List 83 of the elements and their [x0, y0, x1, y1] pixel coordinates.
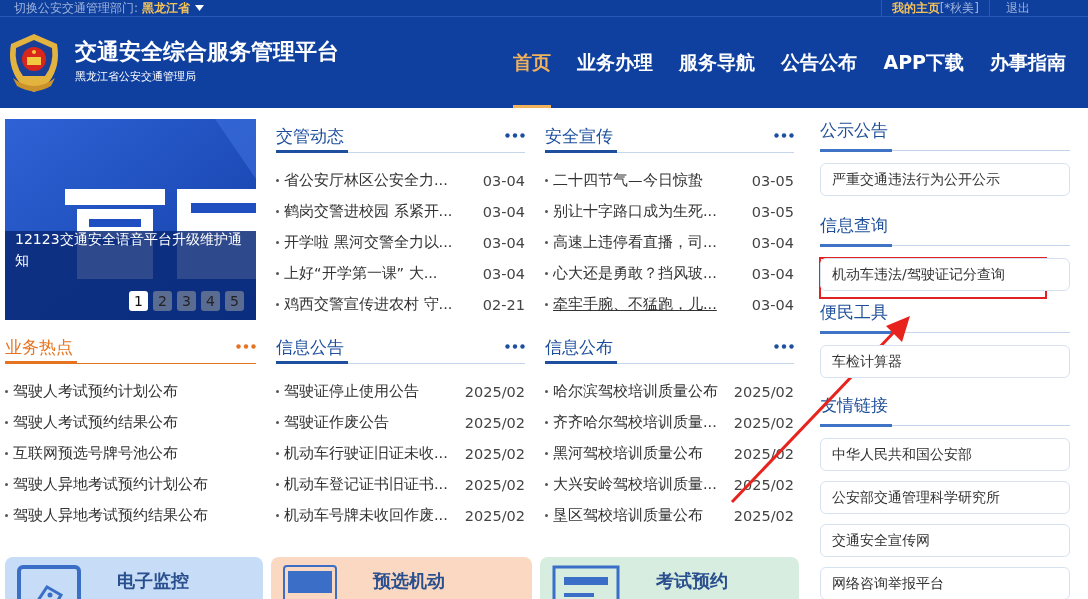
more-icon[interactable] — [505, 133, 525, 138]
quick-link[interactable]: 严重交通违法行为公开公示 — [820, 163, 1070, 196]
nav-tab[interactable]: APP下载 — [883, 17, 964, 108]
date-text: 03-05 — [751, 203, 794, 220]
quick-link[interactable]: 公安部交通管理科学研究所 — [820, 481, 1070, 514]
date-text: 03-04 — [482, 172, 525, 189]
date-text: 2025/02 — [464, 445, 525, 462]
date-text: 03-04 — [751, 265, 794, 282]
nav-tab[interactable]: 公告公布 — [781, 17, 858, 108]
news-link[interactable]: 驾驶人考试预约结果公布 — [5, 413, 178, 432]
panel-title: 公示公告 — [820, 119, 892, 152]
nav-tab[interactable]: 首页 — [513, 17, 552, 108]
news-link[interactable]: 齐齐哈尔驾校培训质量... — [545, 413, 717, 432]
nav-tab[interactable]: 业务办理 — [577, 17, 654, 108]
news-link[interactable]: 驾驶证作废公告 — [276, 413, 389, 432]
news-link[interactable]: 二十四节气—今日惊蛰 — [545, 171, 703, 190]
feature-card[interactable]: 电子监控 — [5, 557, 263, 599]
more-icon[interactable] — [774, 133, 794, 138]
date-text: 2025/02 — [464, 414, 525, 431]
quick-link[interactable]: 机动车违法/驾驶证记分查询 — [820, 258, 1070, 291]
feature-card[interactable]: 考试预约 — [540, 557, 799, 599]
date-text: 2025/02 — [733, 414, 794, 431]
news-link[interactable]: 别让十字路口成为生死... — [545, 202, 717, 221]
date-text: 03-04 — [482, 234, 525, 251]
news-link[interactable]: 机动车号牌未收回作废... — [276, 506, 448, 525]
carousel-caption: 12123交通安全语音平台升级维护通知 — [14, 230, 243, 270]
date-text: 02-21 — [482, 296, 525, 313]
news-link[interactable]: 机动车登记证书旧证书... — [276, 475, 448, 494]
date-text: 2025/02 — [464, 476, 525, 493]
news-link[interactable]: 驾驶人异地考试预约计划公布 — [5, 475, 208, 494]
news-link[interactable]: 大兴安岭驾校培训质量... — [545, 475, 717, 494]
news-link[interactable]: 垦区驾校培训质量公布 — [545, 506, 703, 525]
news-link[interactable]: 驾驶人异地考试预约结果公布 — [5, 506, 208, 525]
news-link[interactable]: 驾驶人考试预约计划公布 — [5, 382, 178, 401]
quick-link[interactable]: 中华人民共和国公安部 — [820, 438, 1070, 471]
date-text: 2025/02 — [464, 507, 525, 524]
section-title: 信息公告 — [276, 331, 348, 364]
date-text: 2025/02 — [733, 383, 794, 400]
region-label: 切换公安交通管理部门: — [14, 0, 139, 16]
page-button[interactable]: 1 — [129, 291, 148, 311]
date-text: 03-04 — [751, 296, 794, 313]
section-title: 交管动态 — [276, 120, 348, 153]
nav-tab[interactable]: 服务导航 — [679, 17, 756, 108]
more-icon[interactable] — [774, 344, 794, 349]
news-link[interactable]: 牵牢手腕、不猛跑，儿... — [545, 295, 717, 314]
news-link[interactable]: 高速上违停看直播，司... — [545, 233, 717, 252]
card-title: 考试预约 — [656, 569, 728, 593]
news-link[interactable]: 上好“开学第一课” 大... — [276, 264, 438, 283]
quick-link[interactable]: 交通安全宣传网 — [820, 524, 1070, 557]
news-link[interactable]: 黑河驾校培训质量公布 — [545, 444, 703, 463]
caret-icon[interactable] — [195, 5, 205, 11]
news-link[interactable]: 开学啦 黑河交警全力以... — [276, 233, 453, 252]
news-link[interactable]: 机动车行驶证旧证未收... — [276, 444, 448, 463]
site-subtitle: 黑龙江省公安交通管理局 — [75, 68, 197, 84]
section-title: 信息公布 — [545, 331, 617, 364]
news-link[interactable]: 省公安厅林区公安全力... — [276, 171, 448, 190]
news-link[interactable]: 鸡西交警宣传进农村 守... — [276, 295, 453, 314]
section-title: 业务热点 — [5, 331, 77, 364]
news-link[interactable]: 心大还是勇敢？挡风玻... — [545, 264, 717, 283]
date-text: 2025/02 — [733, 507, 794, 524]
date-text: 2025/02 — [464, 383, 525, 400]
user-name: [*秋美] — [939, 0, 979, 16]
region-selector[interactable]: 黑龙江省 — [142, 0, 191, 16]
news-link[interactable]: 驾驶证停止使用公告 — [276, 382, 419, 401]
news-link[interactable]: 哈尔滨驾校培训质量公布 — [545, 382, 718, 401]
date-text: 03-05 — [751, 172, 794, 189]
site-title: 交通安全综合服务管理平台 — [75, 37, 339, 66]
card-title: 电子监控 — [117, 569, 189, 593]
news-link[interactable]: 鹤岗交警进校园 系紧开... — [276, 202, 453, 221]
panel-title: 信息查询 — [820, 214, 892, 247]
logout-link[interactable]: 退出 — [1000, 0, 1036, 16]
feature-card[interactable]: 预选机动 — [271, 557, 532, 599]
news-link[interactable]: 互联网预选号牌号池公布 — [5, 444, 178, 463]
more-icon[interactable] — [505, 344, 525, 349]
date-text: 03-04 — [482, 265, 525, 282]
date-text: 03-04 — [751, 234, 794, 251]
nav-tab[interactable]: 办事指南 — [990, 17, 1066, 108]
card-title: 预选机动 — [373, 569, 445, 593]
home-link[interactable]: 我的主页 — [891, 0, 940, 16]
quick-link[interactable]: 网络咨询举报平台 — [820, 567, 1070, 599]
quick-link[interactable]: 车检计算器 — [820, 345, 1070, 378]
section-title: 安全宣传 — [545, 120, 617, 153]
date-text: 03-04 — [482, 203, 525, 220]
